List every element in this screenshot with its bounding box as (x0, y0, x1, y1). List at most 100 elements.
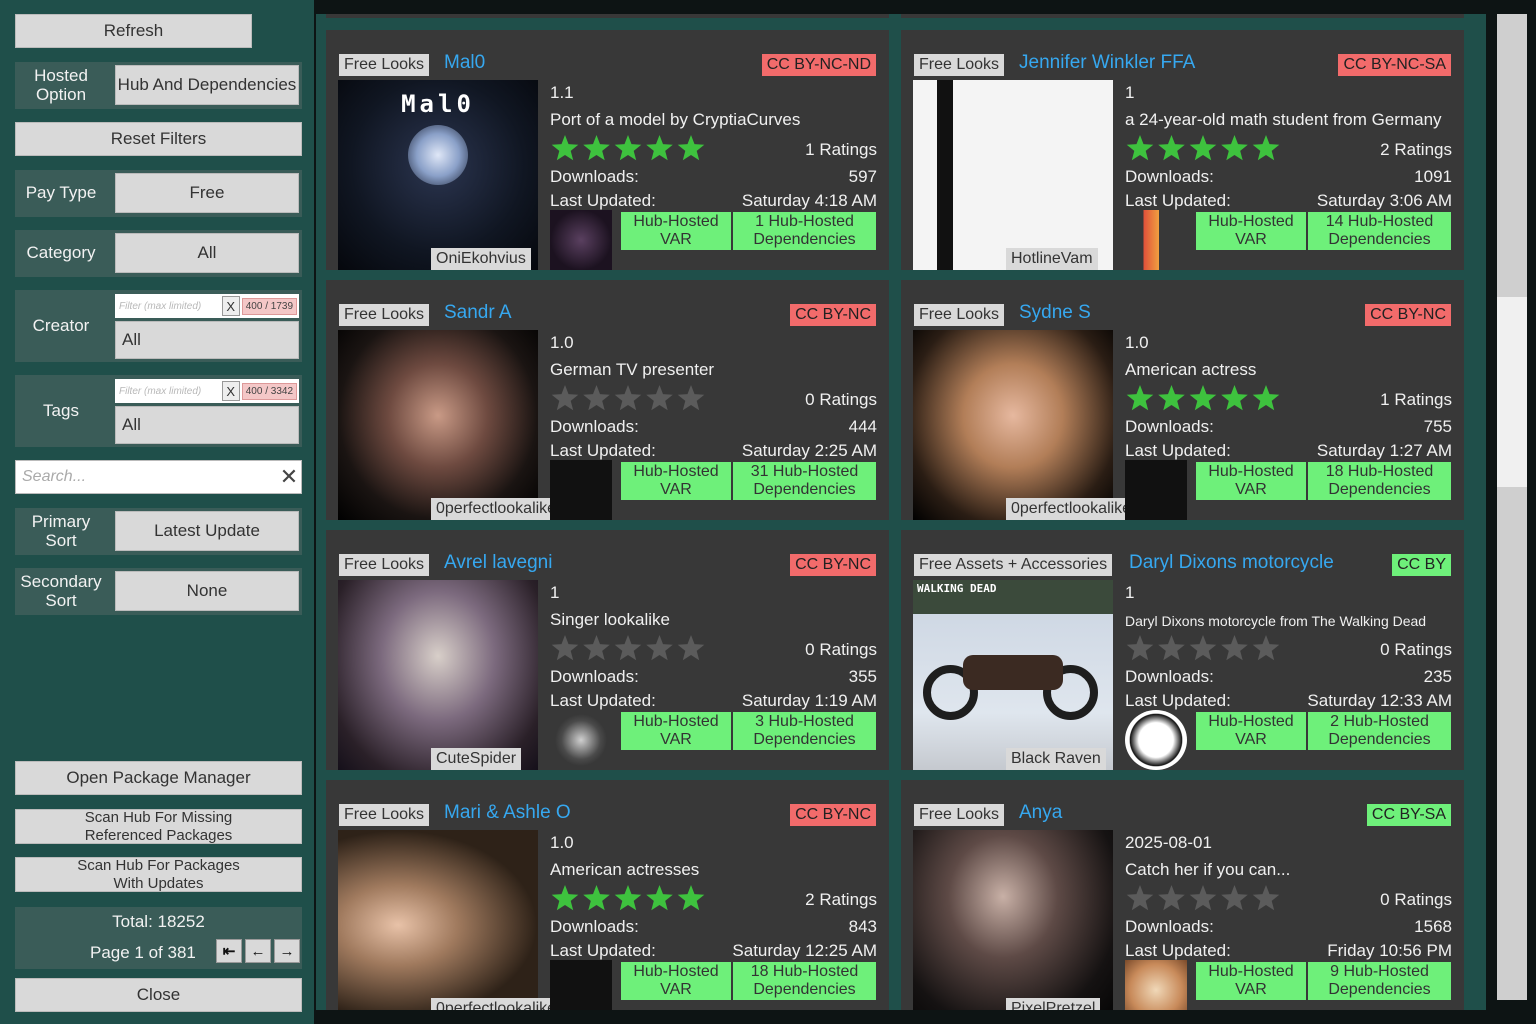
tags-filter-clear-button[interactable]: X (221, 381, 240, 401)
dependencies-badge[interactable]: 9 Hub-Hosted Dependencies (1308, 962, 1451, 1000)
card-thumbnail[interactable] (338, 330, 538, 520)
hub-hosted-var-badge: Hub-Hosted VAR (1196, 462, 1306, 500)
card-title[interactable]: Mari & Ashle O (444, 802, 571, 824)
category-select[interactable]: All (115, 233, 299, 273)
card-title[interactable]: Anya (1019, 802, 1062, 824)
refresh-button[interactable]: Refresh (15, 14, 252, 48)
scan-updates-button[interactable]: Scan Hub For Packages With Updates (15, 857, 302, 892)
star-icon (1158, 385, 1185, 411)
scan-missing-button[interactable]: Scan Hub For Missing Referenced Packages (15, 809, 302, 844)
last-updated-value: Saturday 12:25 AM (732, 941, 877, 960)
tags-filter-input[interactable]: Filter (max limited) (115, 386, 222, 397)
package-card[interactable]: Free Looks Avrel lavegni CC BY-NC CuteSp… (326, 530, 889, 770)
card-creator[interactable]: OniEkohvius (431, 248, 531, 270)
dependencies-badge[interactable]: 1 Hub-Hosted Dependencies (733, 212, 876, 250)
card-category: Free Looks (914, 54, 1005, 76)
primary-sort-select[interactable]: Latest Update (115, 511, 299, 551)
package-card[interactable]: Free Assets + Accessories Daryl Dixons m… (901, 530, 1464, 770)
card-thumbnail[interactable] (913, 830, 1113, 1010)
card-description: Catch her if you can... (1125, 860, 1291, 879)
star-icon (1252, 885, 1280, 911)
card-thumbnail[interactable] (913, 80, 1113, 270)
page-indicator: Page 1 of 381 (90, 943, 196, 962)
open-package-manager-button[interactable]: Open Package Manager (15, 761, 302, 795)
card-title[interactable]: Sandr A (444, 302, 512, 324)
tags-select[interactable]: All (115, 406, 299, 444)
hub-hosted-var-badge: Hub-Hosted VAR (621, 212, 731, 250)
creator-avatar (550, 710, 612, 770)
card-title[interactable]: Mal0 (444, 52, 485, 74)
star-icon (614, 385, 642, 411)
last-updated-label: Last Updated: (1125, 441, 1231, 460)
package-card[interactable]: Free Looks Mari & Ashle O CC BY-NC 0perf… (326, 780, 889, 1010)
close-button[interactable]: Close (15, 978, 302, 1012)
package-card[interactable]: Free Looks Anya CC BY-SA PixelPretzel 20… (901, 780, 1464, 1010)
secondary-sort-select[interactable]: None (115, 571, 299, 611)
pay-type-select[interactable]: Free (115, 173, 299, 213)
dependencies-badge[interactable]: 14 Hub-Hosted Dependencies (1308, 212, 1451, 250)
package-card[interactable]: Free Looks Sandr A CC BY-NC 0perfectlook… (326, 280, 889, 520)
next-page-icon[interactable]: → (274, 939, 300, 963)
scrollbar-track[interactable] (1497, 14, 1527, 1000)
mascot-figure (408, 125, 468, 185)
package-card[interactable]: Free Looks Sydne S CC BY-NC 0perfectlook… (901, 280, 1464, 520)
card-thumbnail[interactable] (913, 330, 1113, 520)
search-input[interactable] (16, 468, 277, 486)
tags-label: Tags (43, 400, 79, 420)
downloads-value: 597 (848, 167, 877, 186)
reset-filters-button[interactable]: Reset Filters (15, 122, 302, 156)
card-version: 1.0 (550, 333, 574, 352)
hosted-option-select[interactable]: Hub And Dependencies (115, 65, 299, 105)
creator-filter-input[interactable]: Filter (max limited) (115, 301, 222, 312)
package-grid: Free Looks Mal0 CC BY-NC-ND Mal0 OniEkoh… (316, 14, 1486, 1010)
star-icon (646, 385, 673, 411)
card-title[interactable]: Sydne S (1019, 302, 1091, 324)
card-license: CC BY-NC (790, 304, 876, 326)
card-thumbnail[interactable] (338, 830, 538, 1010)
dependencies-badge[interactable]: 2 Hub-Hosted Dependencies (1308, 712, 1451, 750)
card-version: 1.0 (550, 833, 574, 852)
card-thumbnail[interactable] (338, 580, 538, 770)
card-creator[interactable]: HotlineVam (1006, 248, 1098, 270)
star-icon (1221, 385, 1248, 411)
clear-search-icon[interactable]: ✕ (277, 464, 301, 490)
dependencies-badge[interactable]: 18 Hub-Hosted Dependencies (733, 962, 876, 1000)
downloads-label: Downloads: (1125, 917, 1214, 936)
hub-hosted-var-badge: Hub-Hosted VAR (1196, 962, 1306, 1000)
prev-page-icon[interactable]: ← (245, 939, 271, 963)
card-title[interactable]: Jennifer Winkler FFA (1019, 52, 1195, 74)
card-creator[interactable]: 0perfectlookalike (1006, 498, 1137, 520)
creator-select[interactable]: All (115, 321, 299, 359)
tags-group: Tags Filter (max limited) X 400 / 3342 A… (15, 375, 302, 447)
card-creator[interactable]: Black Raven (1006, 748, 1106, 770)
card-version: 1 (550, 583, 560, 602)
card-title[interactable]: Avrel lavegni (444, 552, 552, 574)
search-box: ✕ (15, 460, 302, 494)
star-icon (551, 885, 579, 911)
card-creator[interactable]: 0perfectlookalike (431, 998, 562, 1010)
dependencies-badge[interactable]: 3 Hub-Hosted Dependencies (733, 712, 876, 750)
dependencies-badge[interactable]: 18 Hub-Hosted Dependencies (1308, 462, 1451, 500)
scrollbar-thumb[interactable] (1497, 297, 1527, 487)
last-updated-value: Saturday 1:27 AM (1316, 441, 1452, 460)
creator-avatar (1125, 460, 1187, 520)
star-icon (1189, 635, 1217, 661)
star-icon (677, 135, 705, 161)
card-creator[interactable]: CuteSpider (431, 748, 522, 770)
last-updated-label: Last Updated: (550, 691, 656, 710)
motorcycle-figure (923, 640, 1103, 720)
card-creator[interactable]: 0perfectlookalike (431, 498, 562, 520)
card-title[interactable]: Daryl Dixons motorcycle (1129, 552, 1334, 574)
rating-stars (1126, 385, 1280, 411)
first-page-icon[interactable]: ⇤ (216, 939, 242, 963)
card-description: American actresses (550, 860, 700, 879)
package-card[interactable]: Free Looks Jennifer Winkler FFA CC BY-NC… (901, 30, 1464, 270)
creator-filter-clear-button[interactable]: X (221, 296, 240, 316)
star-icon (1126, 385, 1154, 411)
dependencies-badge[interactable]: 31 Hub-Hosted Dependencies (733, 462, 876, 500)
card-thumbnail[interactable]: WALKING DEAD (913, 580, 1113, 770)
card-creator[interactable]: PixelPretzel (1006, 998, 1101, 1010)
card-description: Daryl Dixons motorcycle from The Walking… (1125, 613, 1427, 629)
package-card[interactable]: Free Looks Mal0 CC BY-NC-ND Mal0 OniEkoh… (326, 30, 889, 270)
card-thumbnail[interactable]: Mal0 (338, 80, 538, 270)
